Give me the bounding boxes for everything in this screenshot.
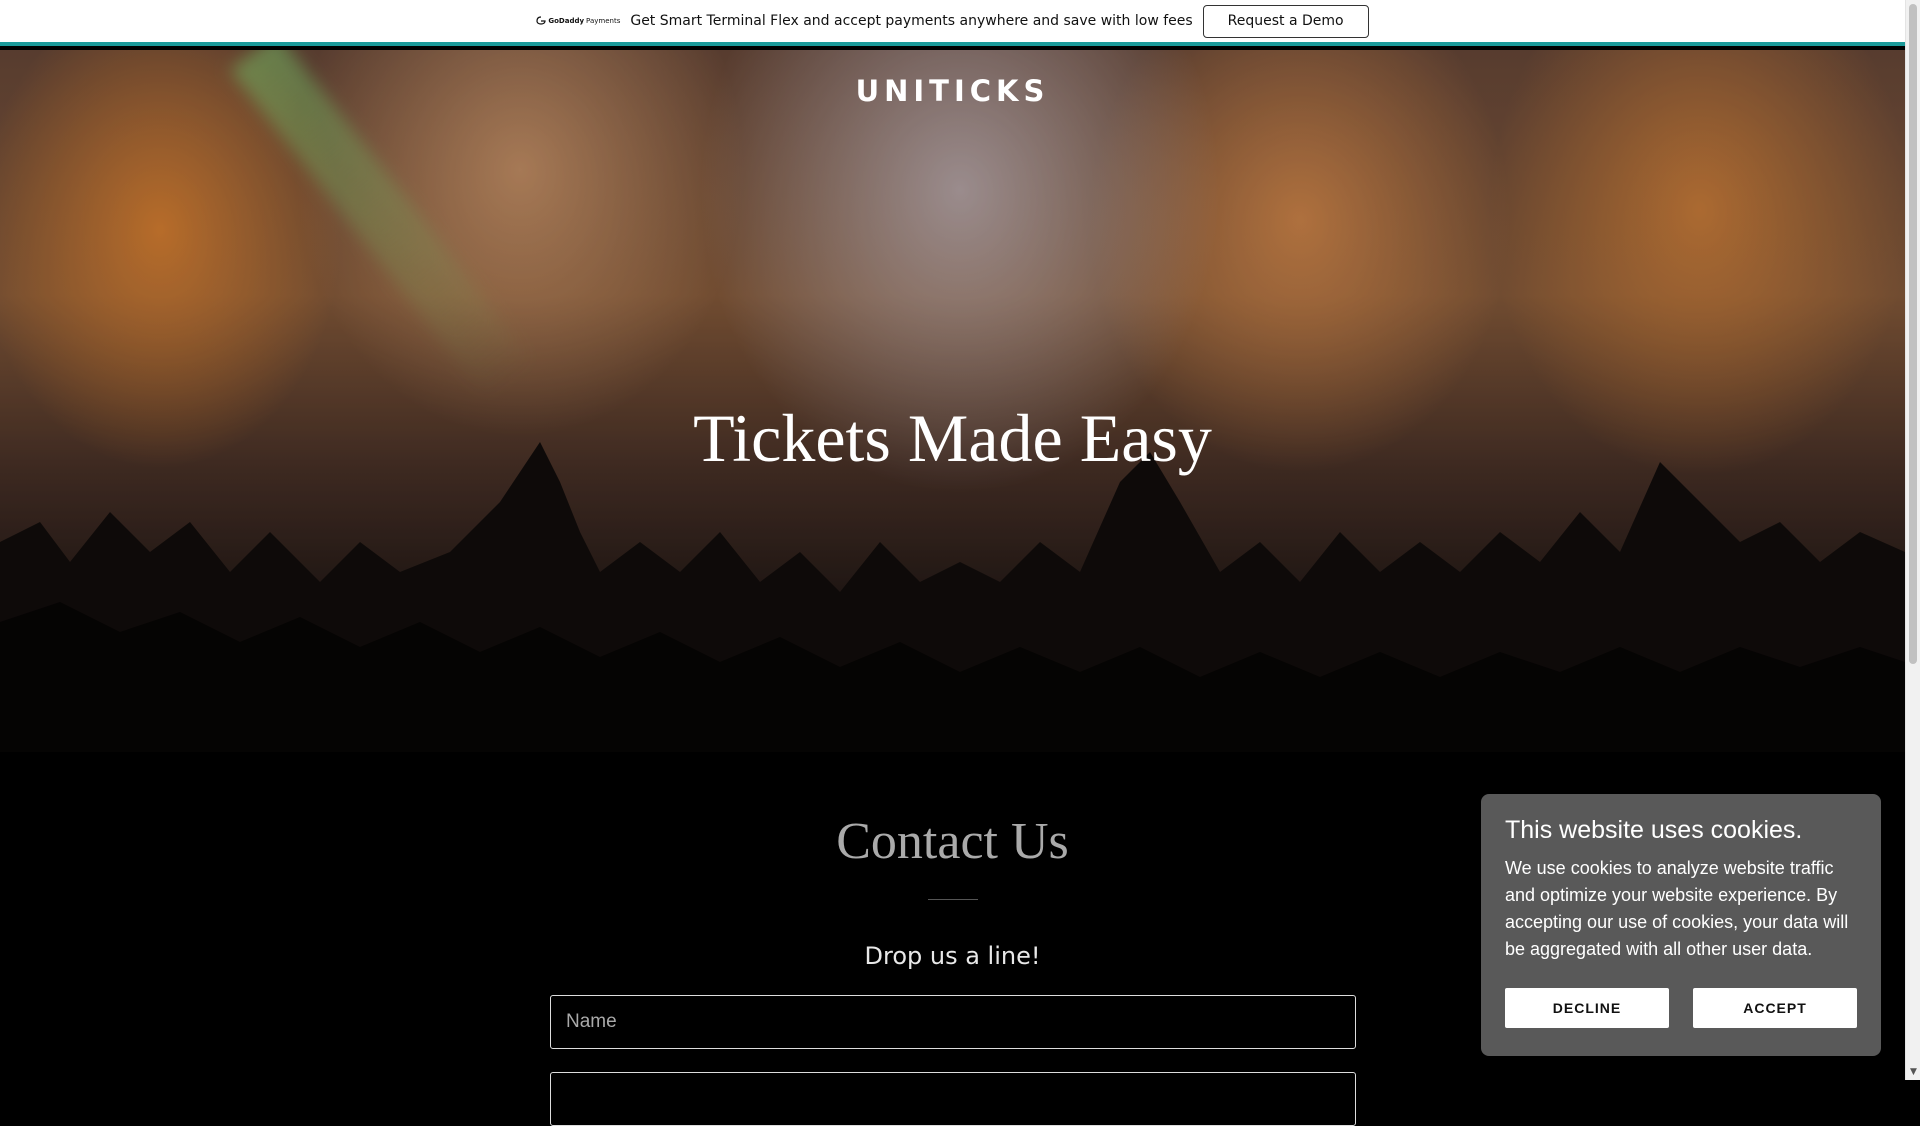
promo-message: Get Smart Terminal Flex and accept payme… — [630, 13, 1193, 29]
scrollbar-thumb[interactable] — [1909, 4, 1917, 664]
request-demo-button[interactable]: Request a Demo — [1202, 4, 1369, 38]
email-input[interactable] — [550, 1072, 1356, 1126]
page-scrollbar[interactable]: ▼ — [1905, 0, 1920, 1080]
promo-banner: GoDaddy Payments Get Smart Terminal Flex… — [0, 0, 1905, 46]
cookie-title: This website uses cookies. — [1505, 816, 1803, 844]
hero-section: UNITICKS Tickets Made Easy — [0, 50, 1905, 752]
section-divider — [928, 899, 978, 900]
hero-heading: Tickets Made Easy — [693, 400, 1212, 476]
logo-brand-text: GoDaddy — [548, 17, 585, 25]
chevron-down-icon[interactable]: ▼ — [1906, 1065, 1920, 1080]
logo-payments-text: Payments — [586, 17, 621, 25]
cookie-buttons: DECLINE ACCEPT — [1505, 988, 1857, 1028]
decline-button[interactable]: DECLINE — [1505, 988, 1669, 1028]
cookie-text: We use cookies to analyze website traffi… — [1505, 858, 1849, 959]
site-title[interactable]: UNITICKS — [0, 74, 1905, 108]
godaddy-logo-icon — [536, 15, 546, 27]
cookie-dialog: This website uses cookies. We use cookie… — [1481, 794, 1881, 1056]
name-input[interactable] — [550, 995, 1356, 1049]
accept-button[interactable]: ACCEPT — [1693, 988, 1857, 1028]
godaddy-payments-logo: GoDaddy Payments — [536, 15, 621, 27]
